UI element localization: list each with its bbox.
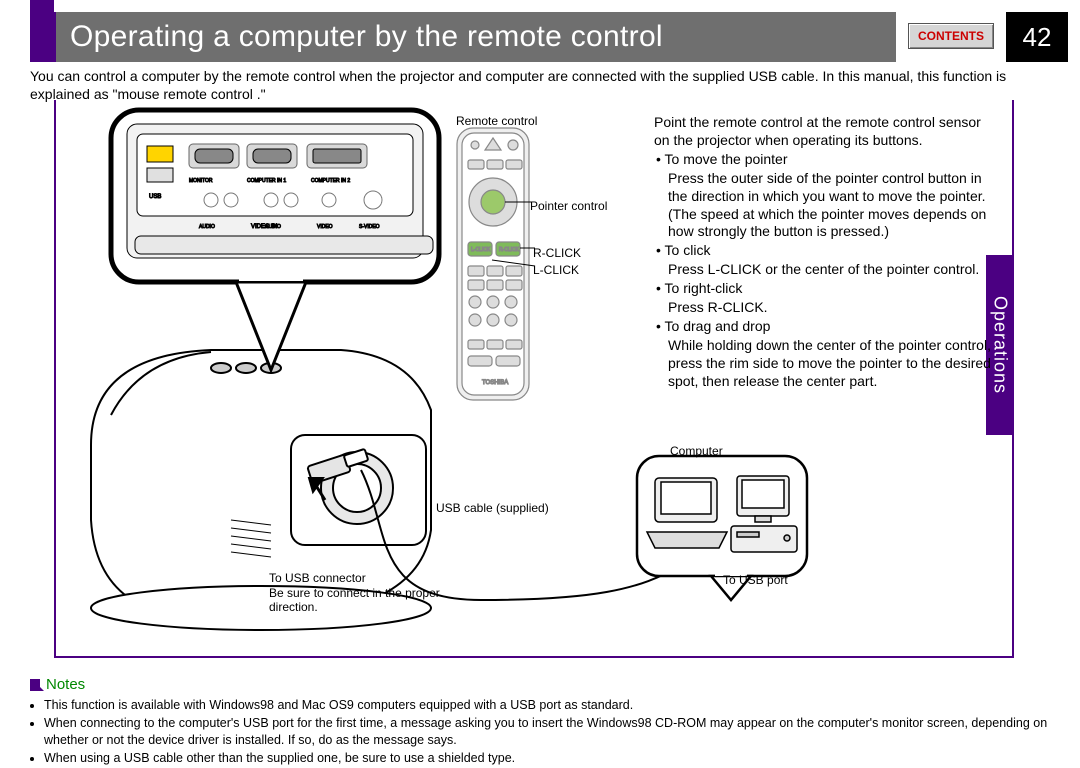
label-computer: Computer xyxy=(670,444,723,458)
note-item: This function is available with Windows9… xyxy=(44,697,1050,713)
instr-item-body-2: Press R-CLICK. xyxy=(654,299,994,317)
instr-item-body-1: Press L-CLICK or the center of the point… xyxy=(654,261,994,279)
intro-text: You can control a computer by the remote… xyxy=(30,68,1010,103)
contents-button[interactable]: CONTENTS xyxy=(908,23,994,49)
label-be-sure: Be sure to connect in the proper directi… xyxy=(269,586,479,615)
svg-text:COMPUTER IN 1: COMPUTER IN 1 xyxy=(247,178,286,184)
svg-text:USB: USB xyxy=(149,194,161,200)
svg-text:R-CLICK: R-CLICK xyxy=(499,247,520,253)
instr-item-title-0: • To move the pointer xyxy=(654,151,994,169)
title-purple-accent xyxy=(30,12,56,62)
label-to-usb-port: To USB port xyxy=(723,573,788,587)
notes-heading-text: Notes xyxy=(46,676,85,693)
title-bar: Operating a computer by the remote contr… xyxy=(30,12,1050,62)
label-usb-cable: USB cable (supplied) xyxy=(436,501,549,515)
label-r-click: R-CLICK xyxy=(533,246,581,260)
page-frame: Operating a computer by the remote contr… xyxy=(22,12,1062,752)
svg-text:MONITOR: MONITOR xyxy=(189,178,213,184)
notes-section: Notes This function is available with Wi… xyxy=(30,676,1050,768)
notes-icon xyxy=(30,679,40,691)
note-item: When connecting to the computer's USB po… xyxy=(44,715,1050,748)
page-title: Operating a computer by the remote contr… xyxy=(56,12,896,62)
label-remote-control: Remote control xyxy=(456,114,537,128)
svg-text:AUDIO: AUDIO xyxy=(265,224,281,230)
svg-text:TOSHIBA: TOSHIBA xyxy=(482,380,508,386)
notes-heading: Notes xyxy=(30,676,1050,693)
instr-item-body-0: Press the outer side of the pointer cont… xyxy=(654,170,994,242)
page-number: 42 xyxy=(1006,12,1068,62)
laptop-icon xyxy=(647,478,727,548)
instr-item-title-2: • To right-click xyxy=(654,280,994,298)
svg-text:COMPUTER IN 2: COMPUTER IN 2 xyxy=(311,178,350,184)
svg-text:S-VIDEO: S-VIDEO xyxy=(359,224,380,230)
instructions-intro: Point the remote control at the remote c… xyxy=(654,114,994,150)
svg-text:AUDIO: AUDIO xyxy=(199,224,215,230)
desktop-icon xyxy=(731,476,797,552)
svg-text:VIDEO: VIDEO xyxy=(317,224,333,230)
instr-item-title-3: • To drag and drop xyxy=(654,318,994,336)
instr-item-title-1: • To click xyxy=(654,242,994,260)
instructions-block: Point the remote control at the remote c… xyxy=(654,114,994,392)
pointer-control-icon xyxy=(481,190,505,214)
main-diagram-area: Operations xyxy=(54,100,1014,658)
label-l-click: L-CLICK xyxy=(533,263,579,277)
rear-panel-ports-icon: USB VIDEO IN MONITOR COMPUTER IN 1 COMPU… xyxy=(127,124,433,258)
label-pointer-control: Pointer control xyxy=(530,199,607,213)
svg-text:L-CLICK: L-CLICK xyxy=(471,247,491,253)
label-to-usb-connector: To USB connector xyxy=(269,571,366,585)
instr-item-body-3: While holding down the center of the poi… xyxy=(654,337,994,391)
